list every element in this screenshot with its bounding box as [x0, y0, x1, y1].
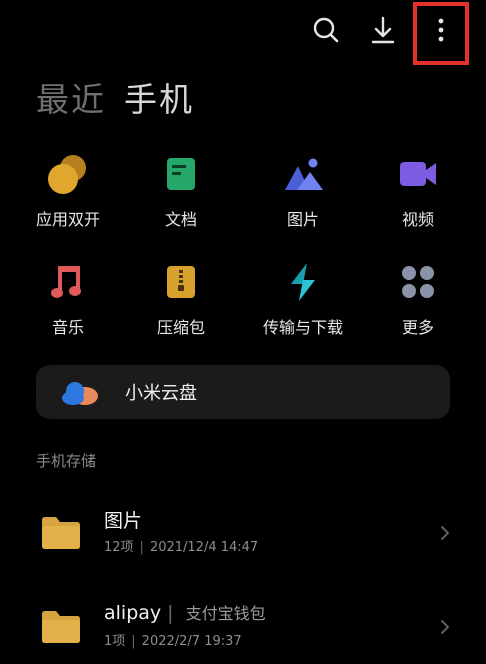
folder-date: 2022/2/7 19:37 — [141, 634, 242, 649]
document-icon — [126, 152, 236, 196]
folder-meta: 12项 | 2021/12/4 14:47 — [104, 536, 258, 555]
category-label: 压缩包 — [156, 318, 205, 337]
folder-name-line: alipay | 支付宝钱包 — [104, 600, 266, 624]
category-label: 传输与下载 — [262, 318, 343, 337]
category-transfer[interactable]: 传输与下载 — [248, 260, 358, 350]
category-videos[interactable]: 视频 — [363, 152, 473, 242]
video-icon — [363, 152, 473, 196]
folder-row[interactable]: alipay | 支付宝钱包 1项 | 2022/2/7 19:37 — [0, 600, 486, 664]
folder-row[interactable]: 图片 12项 | 2021/12/4 14:47 — [0, 506, 486, 570]
storage-section-title: 手机存储 — [36, 452, 97, 470]
category-music[interactable]: 音乐 — [13, 260, 123, 350]
top-bar — [0, 0, 486, 65]
folder-alias: 支付宝钱包 — [185, 604, 266, 623]
chevron-right-icon — [438, 618, 452, 640]
separator: | — [139, 540, 144, 555]
category-label: 图片 — [286, 210, 319, 229]
archive-icon — [126, 260, 236, 304]
folder-name: alipay — [104, 602, 162, 624]
category-more[interactable]: 更多 — [363, 260, 473, 350]
tab-bar: 最近 手机 — [36, 78, 194, 122]
highlight-box — [413, 2, 469, 65]
folder-count: 1项 — [104, 634, 126, 649]
search-icon[interactable] — [310, 14, 342, 46]
category-documents[interactable]: 文档 — [126, 152, 236, 242]
cloud-icon — [61, 377, 101, 411]
folder-meta: 1项 | 2022/2/7 19:37 — [104, 630, 242, 649]
xiaomi-cloud-card[interactable]: 小米云盘 — [36, 365, 450, 419]
chevron-right-icon — [438, 524, 452, 546]
picture-icon — [248, 152, 358, 196]
category-pictures[interactable]: 图片 — [248, 152, 358, 242]
transfer-icon — [248, 260, 358, 304]
folder-name: 图片 — [104, 510, 143, 532]
category-label: 视频 — [401, 210, 434, 229]
folder-date: 2021/12/4 14:47 — [149, 540, 259, 555]
download-icon[interactable] — [367, 14, 399, 46]
category-label: 应用双开 — [35, 210, 100, 229]
folder-icon — [40, 514, 82, 554]
separator: | — [167, 602, 174, 624]
music-icon — [13, 260, 123, 304]
category-label: 文档 — [164, 210, 197, 229]
cloud-label: 小米云盘 — [125, 383, 197, 404]
more-grid-icon — [363, 260, 473, 304]
category-archives[interactable]: 压缩包 — [126, 260, 236, 350]
folder-icon — [40, 608, 82, 648]
dual-app-icon — [13, 152, 123, 196]
tab-recent[interactable]: 最近 — [36, 78, 106, 122]
category-label: 音乐 — [51, 318, 84, 337]
category-dual-app[interactable]: 应用双开 — [13, 152, 123, 242]
category-label: 更多 — [401, 318, 434, 337]
tab-phone[interactable]: 手机 — [124, 78, 194, 122]
folder-count: 12项 — [104, 540, 134, 555]
separator: | — [131, 634, 136, 649]
